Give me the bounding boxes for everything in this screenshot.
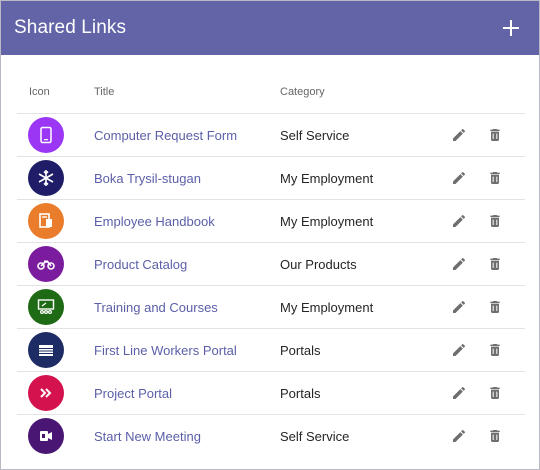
handbook-icon xyxy=(28,203,64,239)
link-title[interactable]: First Line Workers Portal xyxy=(94,343,237,358)
row-actions xyxy=(440,427,525,445)
link-title[interactable]: Employee Handbook xyxy=(94,214,215,229)
row-actions xyxy=(440,255,525,273)
row-actions xyxy=(440,169,525,187)
edit-pencil-icon[interactable] xyxy=(450,384,468,402)
edit-pencil-icon[interactable] xyxy=(450,169,468,187)
delete-trash-icon[interactable] xyxy=(486,169,504,187)
column-header-category: Category xyxy=(280,86,325,98)
row-icon-cell xyxy=(17,375,94,411)
delete-trash-icon[interactable] xyxy=(486,212,504,230)
row-icon-cell xyxy=(17,289,94,325)
delete-trash-icon[interactable] xyxy=(486,427,504,445)
link-category: Portals xyxy=(280,342,321,358)
edit-pencil-icon[interactable] xyxy=(450,255,468,273)
table-row: Start New Meeting Self Service xyxy=(17,415,525,457)
link-title[interactable]: Training and Courses xyxy=(94,300,218,315)
delete-trash-icon[interactable] xyxy=(486,384,504,402)
link-category: Our Products xyxy=(280,256,357,272)
link-title[interactable]: Product Catalog xyxy=(94,257,187,272)
links-table: Icon Title Category Computer Request For… xyxy=(17,71,525,457)
link-title[interactable]: Start New Meeting xyxy=(94,429,201,444)
table-row: Boka Trysil-stugan My Employment xyxy=(17,157,525,200)
row-actions xyxy=(440,341,525,359)
link-category: My Employment xyxy=(280,299,374,315)
row-actions xyxy=(440,298,525,316)
edit-pencil-icon[interactable] xyxy=(450,126,468,144)
panel-header: Shared Links xyxy=(1,1,539,55)
tablet-icon xyxy=(28,117,64,153)
edit-pencil-icon[interactable] xyxy=(450,298,468,316)
row-actions xyxy=(440,384,525,402)
meeting-icon xyxy=(28,418,64,454)
edit-pencil-icon[interactable] xyxy=(450,212,468,230)
delete-trash-icon[interactable] xyxy=(486,126,504,144)
row-actions xyxy=(440,126,525,144)
table-body: Computer Request Form Self Service Boka Tr… xyxy=(17,114,525,457)
edit-pencil-icon[interactable] xyxy=(450,341,468,359)
row-icon-cell xyxy=(17,117,94,153)
delete-trash-icon[interactable] xyxy=(486,298,504,316)
edit-pencil-icon[interactable] xyxy=(450,427,468,445)
link-title[interactable]: Boka Trysil-stugan xyxy=(94,171,201,186)
add-link-button[interactable] xyxy=(500,17,522,39)
link-category: Self Service xyxy=(280,127,350,143)
table-row: Project Portal Portals xyxy=(17,372,525,415)
table-header: Icon Title Category xyxy=(17,71,525,114)
table-row: Computer Request Form Self Service xyxy=(17,114,525,157)
link-category: My Employment xyxy=(280,213,374,229)
delete-trash-icon[interactable] xyxy=(486,255,504,273)
panel-title: Shared Links xyxy=(14,17,127,38)
presentation-icon xyxy=(28,289,64,325)
row-actions xyxy=(440,212,525,230)
garage-icon xyxy=(28,332,64,368)
row-icon-cell xyxy=(17,332,94,368)
link-category: Portals xyxy=(280,385,321,401)
motorbike-icon xyxy=(28,246,64,282)
link-category: My Employment xyxy=(280,170,374,186)
row-icon-cell xyxy=(17,246,94,282)
row-icon-cell xyxy=(17,160,94,196)
column-header-title: Title xyxy=(94,86,115,98)
row-icon-cell xyxy=(17,418,94,454)
link-title[interactable]: Project Portal xyxy=(94,386,172,401)
column-header-icon: Icon xyxy=(29,86,50,98)
delete-trash-icon[interactable] xyxy=(486,341,504,359)
snowflake-icon xyxy=(28,160,64,196)
double-chevron-icon xyxy=(28,375,64,411)
link-category: Self Service xyxy=(280,428,350,444)
shared-links-panel: Shared Links Icon Title Category Compute… xyxy=(0,0,540,470)
row-icon-cell xyxy=(17,203,94,239)
table-row: Product Catalog Our Products xyxy=(17,243,525,286)
table-row: First Line Workers Portal Portals xyxy=(17,329,525,372)
link-title[interactable]: Computer Request Form xyxy=(94,128,237,143)
table-row: Employee Handbook My Employment xyxy=(17,200,525,243)
table-row: Training and Courses My Employment xyxy=(17,286,525,329)
